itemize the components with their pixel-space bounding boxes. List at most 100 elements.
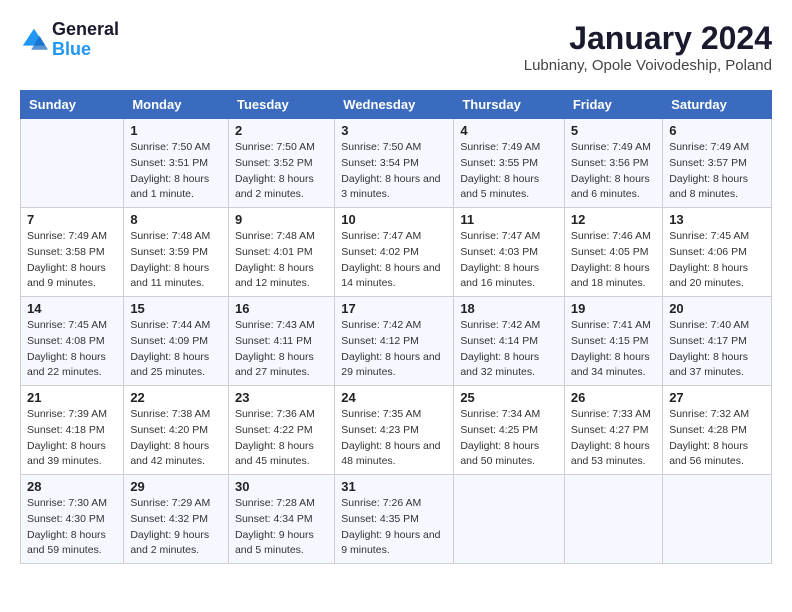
day-number: 25 [460, 390, 558, 405]
day-number: 23 [235, 390, 328, 405]
calendar-cell: 31 Sunrise: 7:26 AMSunset: 4:35 PMDayligh… [335, 475, 454, 564]
day-number: 22 [130, 390, 222, 405]
day-info: Sunrise: 7:45 AMSunset: 4:08 PMDaylight:… [27, 318, 117, 381]
column-header-friday: Friday [564, 91, 662, 119]
page-header: General Blue January 2024 Lubniany, Opol… [20, 20, 772, 74]
calendar-week-row: 14 Sunrise: 7:45 AMSunset: 4:08 PMDayligh… [21, 297, 772, 386]
day-number: 11 [460, 212, 558, 227]
calendar-cell: 24 Sunrise: 7:35 AMSunset: 4:23 PMDayligh… [335, 386, 454, 475]
day-number: 14 [27, 301, 117, 316]
column-header-thursday: Thursday [454, 91, 565, 119]
day-number: 7 [27, 212, 117, 227]
calendar-cell: 13 Sunrise: 7:45 AMSunset: 4:06 PMDayligh… [663, 208, 772, 297]
day-info: Sunrise: 7:49 AMSunset: 3:58 PMDaylight:… [27, 229, 117, 292]
calendar-week-row: 21Sunrise: 7:39 AMSunset: 4:18 PMDayligh… [21, 386, 772, 475]
day-info: Sunrise: 7:50 AMSunset: 3:54 PMDaylight:… [341, 140, 447, 203]
day-info: Sunrise: 7:30 AMSunset: 4:30 PMDaylight:… [27, 496, 117, 559]
logo-text: General Blue [52, 20, 119, 60]
day-number: 30 [235, 479, 328, 494]
day-info: Sunrise: 7:48 AMSunset: 4:01 PMDaylight:… [235, 229, 328, 292]
calendar-cell: 4Sunrise: 7:49 AMSunset: 3:55 PMDaylight… [454, 119, 565, 208]
day-number: 5 [571, 123, 656, 138]
calendar-cell: 14 Sunrise: 7:45 AMSunset: 4:08 PMDayligh… [21, 297, 124, 386]
calendar-cell: 20 Sunrise: 7:40 AMSunset: 4:17 PMDayligh… [663, 297, 772, 386]
day-info: Sunrise: 7:50 AMSunset: 3:52 PMDaylight:… [235, 140, 328, 203]
day-number: 3 [341, 123, 447, 138]
day-info: Sunrise: 7:43 AMSunset: 4:11 PMDaylight:… [235, 318, 328, 381]
day-number: 13 [669, 212, 765, 227]
calendar-table: SundayMondayTuesdayWednesdayThursdayFrid… [20, 90, 772, 564]
calendar-cell: 9Sunrise: 7:48 AMSunset: 4:01 PMDaylight… [228, 208, 334, 297]
column-header-sunday: Sunday [21, 91, 124, 119]
day-info: Sunrise: 7:47 AMSunset: 4:02 PMDaylight:… [341, 229, 447, 292]
column-header-monday: Monday [124, 91, 229, 119]
day-info: Sunrise: 7:45 AMSunset: 4:06 PMDaylight:… [669, 229, 765, 292]
calendar-cell [454, 475, 565, 564]
day-info: Sunrise: 7:47 AMSunset: 4:03 PMDaylight:… [460, 229, 558, 292]
calendar-week-row: 28 Sunrise: 7:30 AMSunset: 4:30 PMDayligh… [21, 475, 772, 564]
calendar-cell: 5Sunrise: 7:49 AMSunset: 3:56 PMDaylight… [564, 119, 662, 208]
day-info: Sunrise: 7:35 AMSunset: 4:23 PMDaylight:… [341, 407, 447, 470]
calendar-cell [21, 119, 124, 208]
calendar-week-row: 7 Sunrise: 7:49 AMSunset: 3:58 PMDaylight… [21, 208, 772, 297]
calendar-cell: 26 Sunrise: 7:33 AMSunset: 4:27 PMDayligh… [564, 386, 662, 475]
day-number: 19 [571, 301, 656, 316]
day-info: Sunrise: 7:44 AMSunset: 4:09 PMDaylight:… [130, 318, 222, 381]
day-info: Sunrise: 7:41 AMSunset: 4:15 PMDaylight:… [571, 318, 656, 381]
day-info: Sunrise: 7:40 AMSunset: 4:17 PMDaylight:… [669, 318, 765, 381]
day-info: Sunrise: 7:26 AMSunset: 4:35 PMDaylight:… [341, 496, 447, 559]
day-number: 27 [669, 390, 765, 405]
calendar-cell: 6 Sunrise: 7:49 AMSunset: 3:57 PMDaylight… [663, 119, 772, 208]
calendar-cell: 25 Sunrise: 7:34 AMSunset: 4:25 PMDayligh… [454, 386, 565, 475]
calendar-cell: 12Sunrise: 7:46 AMSunset: 4:05 PMDayligh… [564, 208, 662, 297]
day-info: Sunrise: 7:29 AMSunset: 4:32 PMDaylight:… [130, 496, 222, 559]
day-info: Sunrise: 7:42 AMSunset: 4:14 PMDaylight:… [460, 318, 558, 381]
day-number: 2 [235, 123, 328, 138]
column-header-tuesday: Tuesday [228, 91, 334, 119]
day-number: 20 [669, 301, 765, 316]
day-number: 26 [571, 390, 656, 405]
column-header-saturday: Saturday [663, 91, 772, 119]
calendar-cell: 7 Sunrise: 7:49 AMSunset: 3:58 PMDaylight… [21, 208, 124, 297]
day-number: 31 [341, 479, 447, 494]
day-number: 21 [27, 390, 117, 405]
calendar-cell: 18 Sunrise: 7:42 AMSunset: 4:14 PMDayligh… [454, 297, 565, 386]
day-info: Sunrise: 7:32 AMSunset: 4:28 PMDaylight:… [669, 407, 765, 470]
page-title: January 2024 [524, 20, 772, 57]
calendar-cell: 23 Sunrise: 7:36 AMSunset: 4:22 PMDayligh… [228, 386, 334, 475]
calendar-cell: 21Sunrise: 7:39 AMSunset: 4:18 PMDayligh… [21, 386, 124, 475]
day-number: 28 [27, 479, 117, 494]
day-info: Sunrise: 7:28 AMSunset: 4:34 PMDaylight:… [235, 496, 328, 559]
column-header-wednesday: Wednesday [335, 91, 454, 119]
title-block: January 2024 Lubniany, Opole Voivodeship… [524, 20, 772, 74]
calendar-cell: 8 Sunrise: 7:48 AMSunset: 3:59 PMDaylight… [124, 208, 229, 297]
calendar-cell [663, 475, 772, 564]
calendar-cell: 30 Sunrise: 7:28 AMSunset: 4:34 PMDayligh… [228, 475, 334, 564]
calendar-cell: 29 Sunrise: 7:29 AMSunset: 4:32 PMDayligh… [124, 475, 229, 564]
calendar-cell: 15Sunrise: 7:44 AMSunset: 4:09 PMDayligh… [124, 297, 229, 386]
day-info: Sunrise: 7:50 AMSunset: 3:51 PMDaylight:… [130, 140, 222, 203]
day-number: 24 [341, 390, 447, 405]
logo: General Blue [20, 20, 119, 60]
calendar-cell: 11 Sunrise: 7:47 AMSunset: 4:03 PMDayligh… [454, 208, 565, 297]
day-number: 1 [130, 123, 222, 138]
calendar-cell: 28 Sunrise: 7:30 AMSunset: 4:30 PMDayligh… [21, 475, 124, 564]
day-number: 18 [460, 301, 558, 316]
calendar-cell [564, 475, 662, 564]
calendar-cell: 16 Sunrise: 7:43 AMSunset: 4:11 PMDayligh… [228, 297, 334, 386]
day-number: 16 [235, 301, 328, 316]
day-info: Sunrise: 7:36 AMSunset: 4:22 PMDaylight:… [235, 407, 328, 470]
day-number: 29 [130, 479, 222, 494]
day-number: 6 [669, 123, 765, 138]
calendar-cell: 27 Sunrise: 7:32 AMSunset: 4:28 PMDayligh… [663, 386, 772, 475]
calendar-header-row: SundayMondayTuesdayWednesdayThursdayFrid… [21, 91, 772, 119]
day-info: Sunrise: 7:34 AMSunset: 4:25 PMDaylight:… [460, 407, 558, 470]
day-number: 8 [130, 212, 222, 227]
calendar-cell: 10Sunrise: 7:47 AMSunset: 4:02 PMDayligh… [335, 208, 454, 297]
day-info: Sunrise: 7:48 AMSunset: 3:59 PMDaylight:… [130, 229, 222, 292]
calendar-cell: 17Sunrise: 7:42 AMSunset: 4:12 PMDayligh… [335, 297, 454, 386]
day-number: 17 [341, 301, 447, 316]
day-info: Sunrise: 7:33 AMSunset: 4:27 PMDaylight:… [571, 407, 656, 470]
day-info: Sunrise: 7:49 AMSunset: 3:57 PMDaylight:… [669, 140, 765, 203]
day-info: Sunrise: 7:46 AMSunset: 4:05 PMDaylight:… [571, 229, 656, 292]
